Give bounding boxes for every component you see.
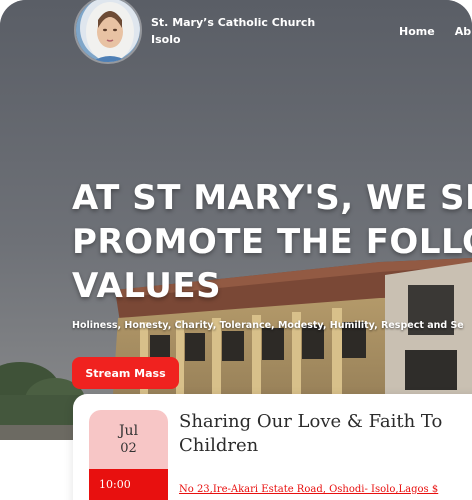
event-address-link[interactable]: No 23,Ire-Akari Estate Road, Oshodi- Iso… bbox=[179, 484, 472, 495]
church-logo-avatar[interactable] bbox=[74, 0, 142, 64]
event-date: Jul 02 bbox=[89, 410, 168, 469]
nav-link-about[interactable]: Ab bbox=[455, 25, 471, 38]
event-day: 02 bbox=[120, 441, 137, 456]
event-date-box: Jul 02 10:00 bbox=[89, 410, 168, 500]
site-title[interactable]: St. Mary’s Catholic Church Isolo bbox=[151, 14, 341, 48]
nav-link-home[interactable]: Home bbox=[399, 25, 435, 38]
event-time: 10:00 bbox=[89, 469, 168, 500]
hero-values-text: Holiness, Honesty, Charity, Tolerance, M… bbox=[72, 320, 464, 331]
event-card[interactable]: Jul 02 10:00 Sharing Our Love & Faith To… bbox=[73, 394, 472, 500]
stream-mass-button[interactable]: Stream Mass bbox=[72, 357, 179, 389]
site-header: St. Mary’s Catholic Church Isolo Home Ab bbox=[0, 0, 472, 70]
virgin-mary-portrait-icon bbox=[76, 0, 140, 62]
main-nav: Home Ab bbox=[399, 25, 471, 38]
event-month: Jul bbox=[118, 423, 139, 439]
event-title[interactable]: Sharing Our Love & Faith To Children bbox=[179, 410, 472, 458]
hero-heading: AT ST MARY'S, WE SE PROMOTE THE FOLLO VA… bbox=[72, 178, 472, 306]
page: St. Mary’s Catholic Church Isolo Home Ab… bbox=[0, 0, 472, 500]
